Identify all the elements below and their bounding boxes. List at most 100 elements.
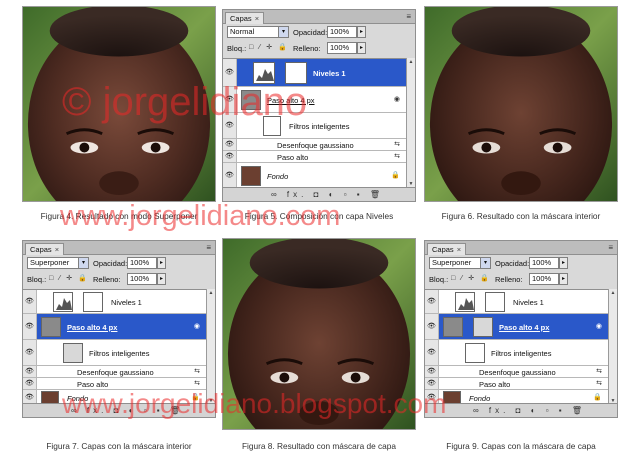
eye-icon[interactable]: 👁 — [223, 139, 237, 150]
panel-tabbar: Capas × ≡ — [223, 10, 415, 24]
layer-niveles-1[interactable]: 👁 Niveles 1 — [425, 290, 608, 314]
layer-filtros-inteligentes[interactable]: 👁 Filtros inteligentes — [425, 340, 608, 366]
levels-adjustment-thumbnail — [253, 62, 275, 84]
layers-scrollbar[interactable]: ▲ ▼ — [206, 289, 215, 405]
close-icon[interactable]: × — [457, 245, 461, 254]
opacity-input[interactable]: 100% — [529, 257, 559, 269]
layer-paso-alto[interactable]: 👁 Paso alto 4 px ◉ — [23, 314, 206, 340]
lock-icons[interactable]: □ ⁄ ✛ 🔒 — [49, 274, 89, 282]
eye-icon[interactable]: 👁 — [23, 378, 37, 389]
fill-input[interactable]: 100% — [529, 273, 559, 285]
filter-options-icon[interactable]: ⇆ — [194, 367, 200, 375]
filter-desenfoque-gaussiano[interactable]: 👁 Desenfoque gaussiano ⇆ — [425, 366, 608, 378]
eye-icon[interactable]: 👁 — [425, 314, 439, 339]
filter-mask-thumbnail — [63, 343, 83, 363]
blend-mode-value: Superponer — [432, 258, 472, 267]
panel-menu-icon[interactable]: ≡ — [206, 243, 211, 252]
eye-icon[interactable]: 👁 — [23, 290, 37, 313]
lock-icons[interactable]: □ ⁄ ✛ 🔒 — [451, 274, 491, 282]
opacity-spin-button[interactable]: ▸ — [157, 257, 166, 269]
eye-icon[interactable]: 👁 — [425, 340, 439, 365]
fill-label: Relleno: — [293, 44, 321, 53]
filter-options-icon[interactable]: ⇆ — [596, 379, 602, 387]
layer-niveles-1[interactable]: 👁 Niveles 1 — [23, 290, 206, 314]
opacity-input[interactable]: 100% — [127, 257, 157, 269]
close-icon[interactable]: × — [55, 245, 59, 254]
scroll-up-icon[interactable]: ▲ — [407, 58, 415, 66]
opacity-spin-button[interactable]: ▸ — [559, 257, 568, 269]
blend-mode-select[interactable]: Normal ▾ — [227, 26, 289, 38]
lock-row: Bloq.: □ ⁄ ✛ 🔒 Relleno: 100% ▸ — [23, 271, 215, 287]
layer-mask-thumbnail — [485, 292, 505, 312]
eye-icon[interactable]: 👁 — [23, 340, 37, 365]
layer-filtros-inteligentes[interactable]: 👁 Filtros inteligentes — [223, 113, 406, 139]
layer-actions-icons[interactable]: ∞ fx. ◘ ◐ ▫ ▪ 🗑 — [71, 406, 184, 415]
panel-bottom-toolbar: ∞ fx. ◘ ◐ ▫ ▪ 🗑 — [425, 403, 617, 417]
layer-fondo[interactable]: 👁 Fondo 🔒 — [223, 163, 406, 189]
layer-niveles-1[interactable]: 👁 Niveles 1 — [223, 59, 406, 87]
layers-scrollbar[interactable]: ▲ ▼ — [406, 58, 415, 188]
fill-input[interactable]: 100% — [127, 273, 157, 285]
eye-icon[interactable]: 👁 — [223, 113, 237, 138]
tab-capas[interactable]: Capas × — [25, 243, 65, 255]
filter-desenfoque-gaussiano[interactable]: 👁 Desenfoque gaussiano ⇆ — [23, 366, 206, 378]
tab-label: Capas — [30, 245, 52, 254]
smart-object-thumbnail — [443, 317, 463, 337]
filter-options-icon[interactable]: ⇆ — [596, 367, 602, 375]
panel-tabbar: Capas × ≡ — [23, 241, 215, 255]
filter-options-icon[interactable]: ⇆ — [394, 152, 400, 160]
blend-row: Normal ▾ Opacidad: 100% ▸ — [223, 24, 415, 40]
layer-paso-alto[interactable]: 👁 Paso alto 4 px ◉ — [425, 314, 608, 340]
lock-icons[interactable]: □ ⁄ ✛ 🔒 — [249, 43, 289, 51]
panel-menu-icon[interactable]: ≡ — [608, 243, 613, 252]
eye-icon[interactable]: 👁 — [223, 151, 237, 162]
tab-capas[interactable]: Capas × — [427, 243, 467, 255]
fill-spin-button[interactable]: ▸ — [559, 273, 568, 285]
layer-actions-icons[interactable]: ∞ fx. ◘ ◐ ▫ ▪ 🗑 — [271, 190, 384, 199]
filter-paso-alto[interactable]: 👁 Paso alto ⇆ — [23, 378, 206, 390]
opacity-input[interactable]: 100% — [327, 26, 357, 38]
opacity-spin-button[interactable]: ▸ — [357, 26, 366, 38]
opacity-value: 100% — [330, 27, 350, 36]
tab-capas[interactable]: Capas × — [225, 12, 265, 24]
layer-paso-alto[interactable]: 👁 Paso alto 4 px ◉ — [223, 87, 406, 113]
eye-icon[interactable]: 👁 — [223, 59, 237, 86]
fill-spin-button[interactable]: ▸ — [357, 42, 366, 54]
layers-list: 👁 Niveles 1 👁 Paso alto 4 px ◉ 👁 Filtros… — [223, 58, 406, 189]
figure-9-caption: Figura 9. Capas con la máscara de capa — [446, 441, 596, 451]
close-icon[interactable]: × — [255, 14, 259, 23]
eye-icon[interactable]: 👁 — [425, 290, 439, 313]
eye-icon[interactable]: 👁 — [23, 366, 37, 377]
layer-filtros-inteligentes[interactable]: 👁 Filtros inteligentes — [23, 340, 206, 366]
filter-paso-alto[interactable]: 👁 Paso alto ⇆ — [223, 151, 406, 163]
eye-icon[interactable]: 👁 — [223, 163, 237, 188]
chevron-down-icon: ▾ — [78, 258, 88, 268]
eye-icon[interactable]: 👁 — [425, 366, 439, 377]
filter-paso-alto[interactable]: 👁 Paso alto ⇆ — [425, 378, 608, 390]
figure-6-caption: Figura 6. Resultado con la máscara inter… — [441, 211, 601, 221]
eye-icon[interactable]: 👁 — [223, 87, 237, 112]
scroll-up-icon[interactable]: ▲ — [609, 289, 617, 297]
fill-input[interactable]: 100% — [327, 42, 357, 54]
filter-name: Desenfoque gaussiano — [277, 141, 354, 150]
blend-mode-select[interactable]: Superponer ▾ — [429, 257, 491, 269]
levels-adjustment-thumbnail — [455, 292, 475, 312]
layer-name: Niveles 1 — [513, 298, 544, 307]
layer-name: Filtros inteligentes — [289, 122, 350, 131]
layer-name: Fondo — [267, 172, 289, 181]
filter-desenfoque-gaussiano[interactable]: 👁 Desenfoque gaussiano ⇆ — [223, 139, 406, 151]
eye-icon[interactable]: 👁 — [425, 378, 439, 389]
layers-scrollbar[interactable]: ▲ ▼ — [608, 289, 617, 405]
eye-icon[interactable]: 👁 — [23, 314, 37, 339]
layer-mask-thumbnail — [473, 317, 493, 337]
filter-options-icon[interactable]: ⇆ — [394, 140, 400, 148]
lock-label: Bloq.: — [27, 275, 47, 284]
tab-label: Capas — [432, 245, 454, 254]
layer-actions-icons[interactable]: ∞ fx. ◘ ◐ ▫ ▪ 🗑 — [473, 406, 586, 415]
chevron-down-icon: ▾ — [480, 258, 490, 268]
scroll-up-icon[interactable]: ▲ — [207, 289, 215, 297]
filter-options-icon[interactable]: ⇆ — [194, 379, 200, 387]
blend-mode-select[interactable]: Superponer ▾ — [27, 257, 89, 269]
fill-spin-button[interactable]: ▸ — [157, 273, 166, 285]
panel-menu-icon[interactable]: ≡ — [406, 12, 411, 21]
